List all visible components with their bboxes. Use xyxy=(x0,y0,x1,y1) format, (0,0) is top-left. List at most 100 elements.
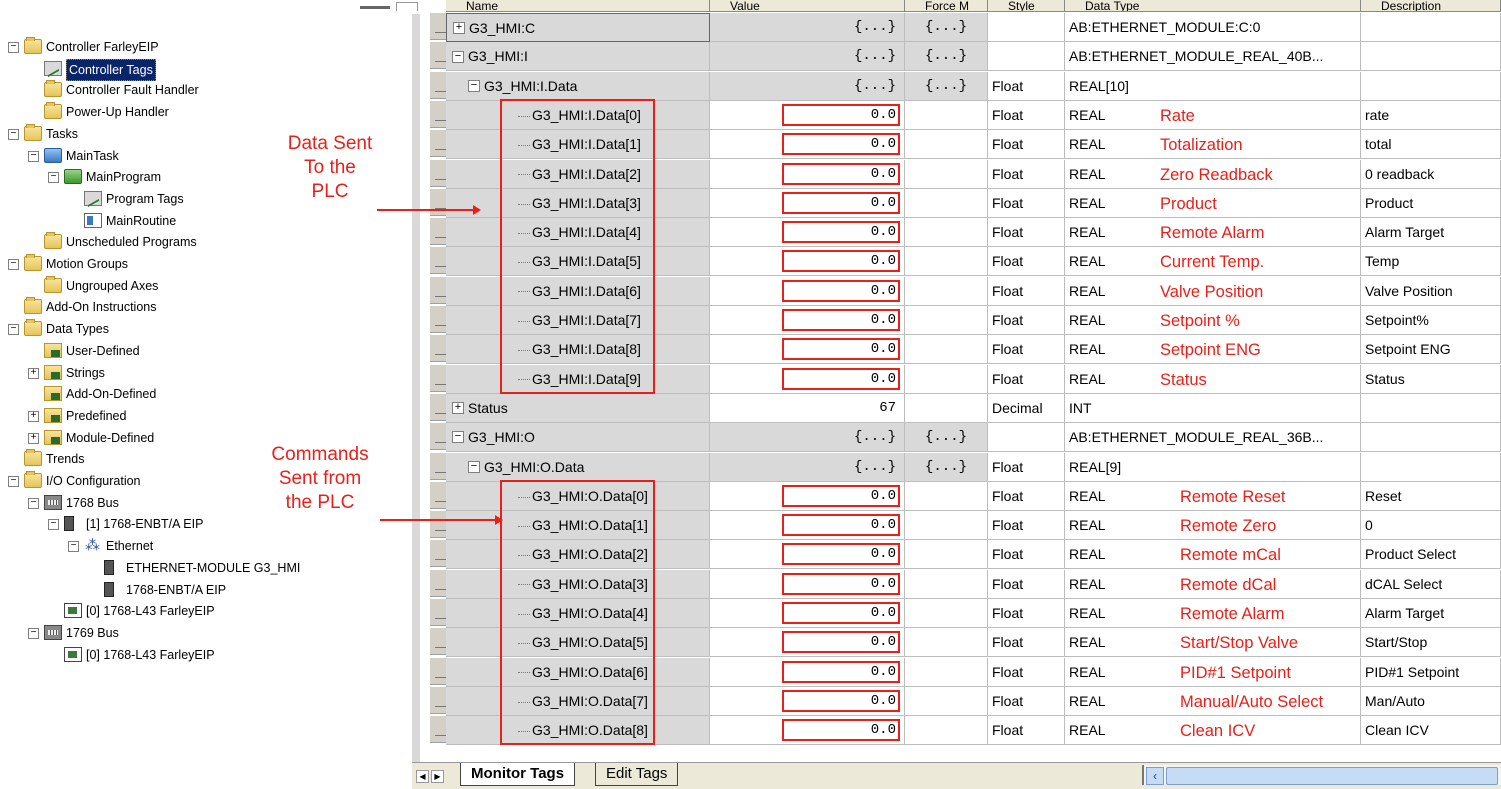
tag-name-cell[interactable]: − G3_HMI:I xyxy=(446,42,710,72)
collapse-icon[interactable]: − xyxy=(28,627,39,639)
style-cell[interactable] xyxy=(988,13,1065,42)
tree-node[interactable]: Controller Tags xyxy=(0,58,400,81)
collapse-icon[interactable]: − xyxy=(68,541,79,553)
force-mask-cell[interactable] xyxy=(905,686,988,716)
style-cell[interactable] xyxy=(988,423,1065,453)
column-header[interactable]: Data Type xyxy=(1065,0,1361,12)
description-cell[interactable]: 0 xyxy=(1361,511,1501,541)
collapse-icon[interactable]: − xyxy=(8,259,19,270)
style-cell[interactable]: Float xyxy=(988,716,1065,746)
description-cell[interactable] xyxy=(1361,13,1501,42)
tree-node[interactable]: Add-On-Defined xyxy=(0,384,400,404)
tag-name-cell[interactable]: − G3_HMI:I.Data xyxy=(446,71,710,101)
description-cell[interactable] xyxy=(1361,452,1501,482)
force-mask-cell[interactable]: {...} xyxy=(905,452,988,482)
tab-scroll-left-icon[interactable]: ◀ xyxy=(416,770,429,783)
collapse-icon[interactable]: − xyxy=(8,324,19,336)
description-cell[interactable] xyxy=(1361,393,1501,423)
data-type-cell[interactable]: AB:ETHERNET_MODULE_REAL_40B... xyxy=(1065,42,1361,72)
description-cell[interactable]: Start/Stop xyxy=(1361,628,1501,658)
style-cell[interactable]: Float xyxy=(988,159,1065,189)
force-mask-cell[interactable] xyxy=(905,599,988,628)
tree-node[interactable]: Power-Up Handler xyxy=(0,102,400,122)
style-cell[interactable]: Float xyxy=(988,452,1065,482)
tab-scroll-right-icon[interactable]: ▶ xyxy=(431,770,444,783)
collapse-icon[interactable]: − xyxy=(468,460,480,473)
tag-name-cell[interactable]: − G3_HMI:O.Data xyxy=(446,452,710,482)
tag-name-cell[interactable]: − G3_HMI:O xyxy=(446,423,710,453)
description-cell[interactable]: Clean ICV xyxy=(1361,716,1501,746)
description-cell[interactable]: Alarm Target xyxy=(1361,218,1501,248)
style-cell[interactable]: Float xyxy=(988,335,1065,365)
tab-edit-tags[interactable]: Edit Tags xyxy=(595,763,679,786)
force-mask-cell[interactable] xyxy=(905,364,988,394)
force-mask-cell[interactable] xyxy=(905,716,988,746)
value-cell[interactable]: {...} xyxy=(710,42,905,72)
description-cell[interactable]: PID#1 Setpoint xyxy=(1361,657,1501,687)
style-cell[interactable]: Float xyxy=(988,540,1065,570)
force-mask-cell[interactable] xyxy=(905,569,988,599)
style-cell[interactable]: Float xyxy=(988,130,1065,160)
table-row[interactable]: − G3_HMI:O.Data {...} {...} Float REAL[9] xyxy=(420,452,1501,482)
table-row[interactable]: + Status 67 Decimal INT xyxy=(420,393,1501,423)
value-cell[interactable]: {...} xyxy=(710,452,905,482)
tree-node[interactable]: User-Defined xyxy=(0,341,400,361)
tree-node[interactable]: Ungrouped Axes xyxy=(0,275,400,296)
description-cell[interactable]: Man/Auto xyxy=(1361,686,1501,716)
force-mask-cell[interactable] xyxy=(905,100,988,130)
force-mask-cell[interactable] xyxy=(905,159,988,189)
style-cell[interactable]: Float xyxy=(988,569,1065,599)
style-cell[interactable]: Float xyxy=(988,276,1065,306)
tree-node[interactable]: − 1769 Bus xyxy=(0,623,400,643)
style-cell[interactable]: Float xyxy=(988,628,1065,658)
data-type-cell[interactable]: INT xyxy=(1065,393,1361,423)
expand-icon[interactable]: + xyxy=(28,410,39,422)
style-cell[interactable]: Float xyxy=(988,247,1065,277)
force-mask-cell[interactable]: {...} xyxy=(905,71,988,101)
expand-icon[interactable]: + xyxy=(28,432,39,444)
force-mask-cell[interactable] xyxy=(905,188,988,218)
style-cell[interactable]: Float xyxy=(988,364,1065,394)
value-cell[interactable]: 67 xyxy=(710,393,905,423)
style-cell[interactable]: Decimal xyxy=(988,393,1065,423)
column-header[interactable]: Style xyxy=(988,0,1065,12)
force-mask-cell[interactable] xyxy=(905,628,988,658)
value-cell[interactable]: {...} xyxy=(710,71,905,101)
description-cell[interactable]: Valve Position xyxy=(1361,276,1501,306)
description-cell[interactable]: Setpoint ENG xyxy=(1361,335,1501,365)
description-cell[interactable]: Reset xyxy=(1361,481,1501,511)
data-type-cell[interactable]: REAL xyxy=(1065,100,1361,130)
style-cell[interactable]: Float xyxy=(988,188,1065,218)
description-cell[interactable]: Product Select xyxy=(1361,540,1501,570)
description-cell[interactable]: Status xyxy=(1361,364,1501,394)
description-cell[interactable]: Temp xyxy=(1361,247,1501,277)
collapse-icon[interactable]: − xyxy=(48,519,59,531)
tag-name-cell[interactable]: + G3_HMI:C xyxy=(446,13,710,42)
collapse-icon[interactable]: − xyxy=(8,476,19,487)
expand-icon[interactable]: + xyxy=(28,367,39,379)
tree-node[interactable]: [0] 1768-L43 FarleyEIP xyxy=(0,601,400,621)
tab-monitor-tags[interactable]: Monitor Tags xyxy=(460,763,576,786)
collapse-icon[interactable]: − xyxy=(8,42,19,53)
tree-node[interactable]: 1768-ENBT/A EIP xyxy=(0,580,400,600)
tree-node[interactable]: − Ethernet xyxy=(0,536,400,556)
description-cell[interactable]: Product xyxy=(1361,188,1501,218)
force-mask-cell[interactable]: {...} xyxy=(905,42,988,72)
style-cell[interactable] xyxy=(988,42,1065,72)
data-type-cell[interactable]: AB:ETHERNET_MODULE_REAL_36B... xyxy=(1065,423,1361,453)
data-type-cell[interactable]: REAL[9] xyxy=(1065,452,1361,482)
tag-name-cell[interactable]: + Status xyxy=(446,393,710,423)
force-mask-cell[interactable] xyxy=(905,130,988,160)
expand-icon[interactable]: + xyxy=(453,22,465,35)
style-cell[interactable]: Float xyxy=(988,71,1065,101)
data-type-cell[interactable]: REAL[10] xyxy=(1065,71,1361,101)
data-type-cell[interactable]: AB:ETHERNET_MODULE:C:0 xyxy=(1065,13,1361,42)
tree-node[interactable]: Add-On Instructions xyxy=(0,297,400,317)
collapse-icon[interactable]: − xyxy=(8,128,19,140)
column-header[interactable]: Force M xyxy=(905,0,988,12)
column-header[interactable]: Name xyxy=(446,0,710,12)
style-cell[interactable]: Float xyxy=(988,100,1065,130)
force-mask-cell[interactable] xyxy=(905,393,988,423)
value-cell[interactable]: {...} xyxy=(710,13,905,42)
table-row[interactable]: − G3_HMI:I.Data {...} {...} Float REAL[10] xyxy=(420,71,1501,101)
